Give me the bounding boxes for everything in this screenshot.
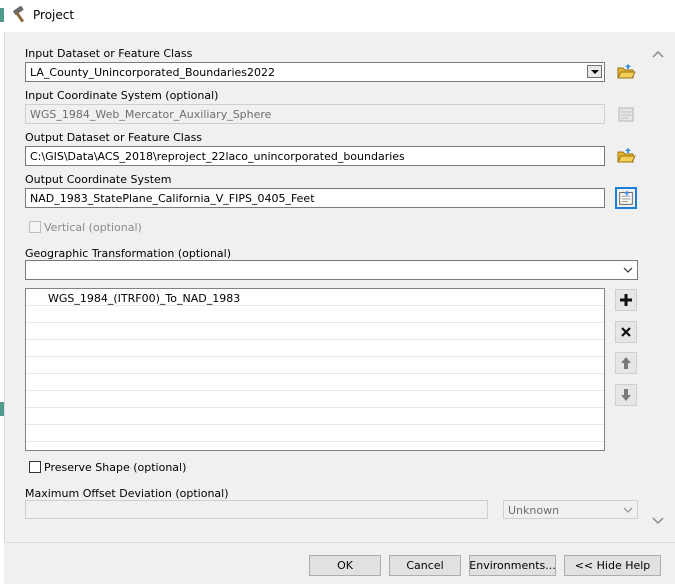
window-title: Project [33, 8, 75, 22]
preserve-shape-checkbox[interactable] [29, 461, 41, 473]
title-bar: Project [0, 0, 675, 32]
input-dataset-combobox[interactable]: LA_County_Unincorporated_Boundaries2022 [25, 62, 605, 82]
chevron-down-icon [623, 507, 633, 513]
vertical-scrollbar[interactable] [649, 40, 666, 532]
output-cs-value: NAD_1983_StatePlane_California_V_FIPS_04… [30, 192, 315, 205]
max-offset-label: Maximum Offset Deviation (optional) [25, 487, 229, 500]
preserve-shape-label: Preserve Shape (optional) [44, 461, 187, 474]
arrow-down-icon [621, 389, 631, 401]
spatial-reference-icon [619, 190, 633, 205]
max-offset-input [25, 500, 488, 519]
vertical-checkbox [29, 221, 41, 233]
output-dataset-input[interactable]: C:\GIS\Data\ACS_2018\reproject_22laco_un… [25, 146, 605, 166]
edge-mark [0, 8, 4, 22]
browse-input-button[interactable] [615, 61, 637, 83]
input-dataset-label: Input Dataset or Feature Class [25, 47, 193, 60]
environments-button[interactable]: Environments... [469, 555, 556, 576]
scroll-down-icon[interactable] [652, 517, 664, 525]
hide-help-button[interactable]: << Hide Help [564, 555, 661, 576]
cancel-button[interactable]: Cancel [389, 555, 461, 576]
open-folder-icon [617, 64, 636, 79]
spatial-reference-icon [618, 107, 634, 122]
list-item [26, 374, 604, 391]
output-cs-field[interactable]: NAD_1983_StatePlane_California_V_FIPS_04… [25, 188, 605, 208]
ok-button[interactable]: OK [309, 555, 381, 576]
arrow-up-icon [621, 357, 631, 369]
list-item [26, 391, 604, 408]
add-transformation-button[interactable] [615, 289, 637, 311]
list-item [26, 408, 604, 425]
input-cs-label: Input Coordinate System (optional) [25, 89, 219, 102]
input-cs-properties-button [615, 103, 637, 125]
output-dataset-label: Output Dataset or Feature Class [25, 131, 203, 144]
input-cs-field: WGS_1984_Web_Mercator_Auxiliary_Sphere [25, 104, 605, 124]
remove-transformation-button[interactable] [615, 321, 637, 343]
output-cs-properties-button[interactable] [615, 187, 637, 209]
move-down-button[interactable] [615, 384, 637, 406]
geo-transform-label: Geographic Transformation (optional) [25, 247, 232, 260]
dropdown-arrow-icon[interactable] [587, 65, 602, 78]
list-item [26, 425, 604, 442]
list-item-label: WGS_1984_(ITRF00)_To_NAD_1983 [48, 292, 241, 305]
output-dataset-value: C:\GIS\Data\ACS_2018\reproject_22laco_un… [30, 150, 405, 163]
offset-unit-value: Unknown [508, 504, 560, 517]
scroll-up-icon[interactable] [652, 50, 664, 58]
input-dataset-value: LA_County_Unincorporated_Boundaries2022 [30, 66, 275, 79]
output-cs-label: Output Coordinate System [25, 173, 172, 186]
move-up-button[interactable] [615, 352, 637, 374]
chevron-down-icon [623, 267, 633, 273]
browse-output-button[interactable] [615, 145, 637, 167]
offset-unit-dropdown: Unknown [503, 500, 638, 519]
vertical-label: Vertical (optional) [44, 221, 142, 234]
list-item[interactable]: WGS_1984_(ITRF00)_To_NAD_1983 [26, 289, 604, 306]
list-item [26, 357, 604, 374]
input-cs-value: WGS_1984_Web_Mercator_Auxiliary_Sphere [30, 108, 272, 121]
list-item [26, 323, 604, 340]
plus-icon [620, 294, 632, 306]
geo-transform-dropdown[interactable] [25, 260, 638, 280]
hammer-icon [13, 6, 25, 23]
close-icon [621, 327, 631, 337]
transformation-list[interactable]: WGS_1984_(ITRF00)_To_NAD_1983 [25, 288, 605, 451]
list-item [26, 340, 604, 357]
open-folder-icon [617, 148, 636, 163]
list-item [26, 306, 604, 323]
